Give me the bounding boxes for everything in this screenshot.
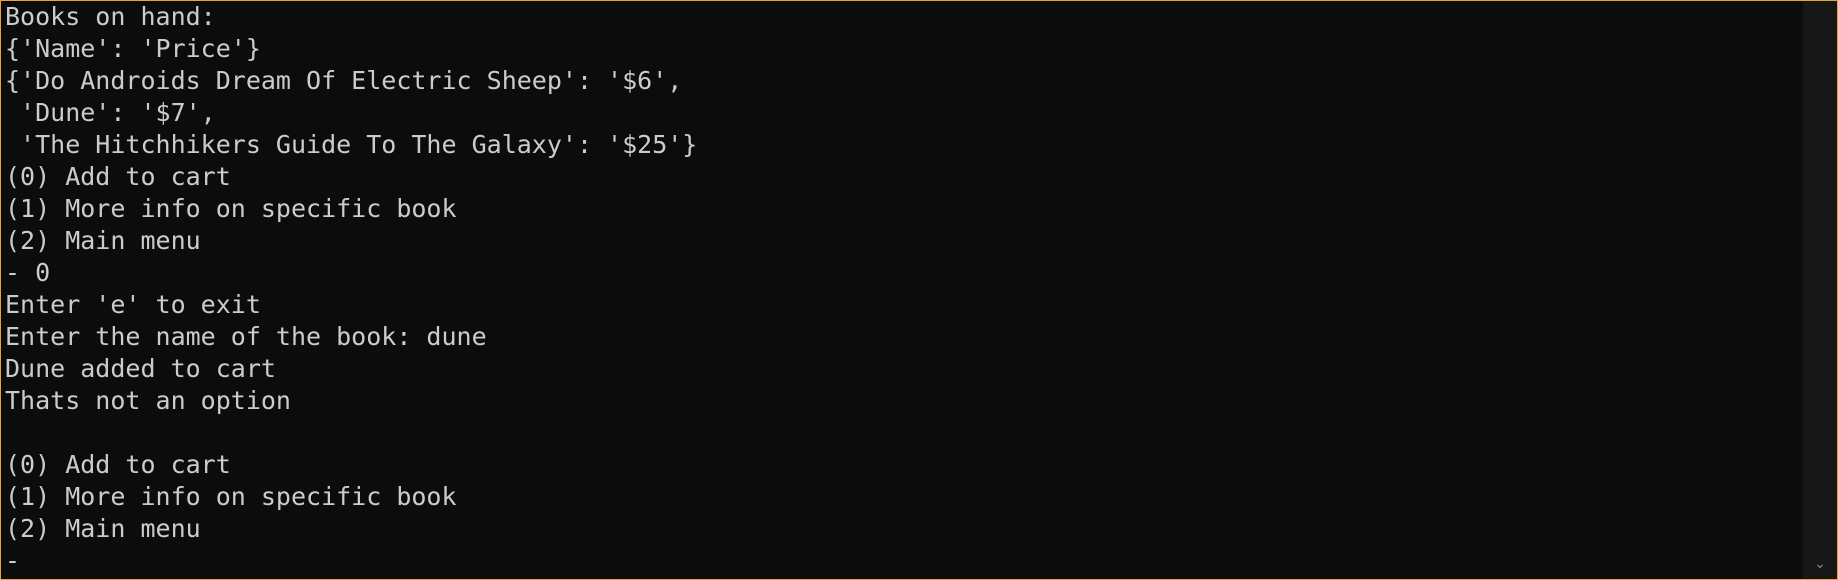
console-line: 'The Hitchhikers Guide To The Galaxy': '… [5, 130, 698, 159]
console-line: (1) More info on specific book [5, 194, 457, 223]
console-line: Books on hand: [5, 2, 216, 31]
console-output[interactable]: Books on hand: {'Name': 'Price'} {'Do An… [1, 1, 1801, 579]
console-line: {'Name': 'Price'} [5, 34, 261, 63]
console-window: Books on hand: {'Name': 'Price'} {'Do An… [0, 0, 1838, 580]
chevron-up-icon[interactable] [1803, 1, 1837, 31]
console-line: (0) Add to cart [5, 450, 231, 479]
scrollbar-track[interactable] [1803, 31, 1837, 549]
console-line: - 0 [5, 258, 51, 287]
console-line: (0) Add to cart [5, 162, 231, 191]
vertical-scrollbar[interactable]: ⌄ [1803, 1, 1837, 579]
console-input-prompt[interactable]: - [5, 545, 1801, 577]
console-line: 'Dune': '$7', [5, 98, 216, 127]
console-line: (2) Main menu [5, 514, 201, 543]
console-line: {'Do Androids Dream Of Electric Sheep': … [5, 66, 683, 95]
console-line: (2) Main menu [5, 226, 201, 255]
console-line: Dune added to cart [5, 354, 276, 383]
console-line: (1) More info on specific book [5, 482, 457, 511]
console-line: Enter the name of the book: dune [5, 322, 487, 351]
chevron-down-icon[interactable]: ⌄ [1803, 549, 1837, 579]
console-line: Enter 'e' to exit [5, 290, 261, 319]
console-line: Thats not an option [5, 386, 291, 415]
